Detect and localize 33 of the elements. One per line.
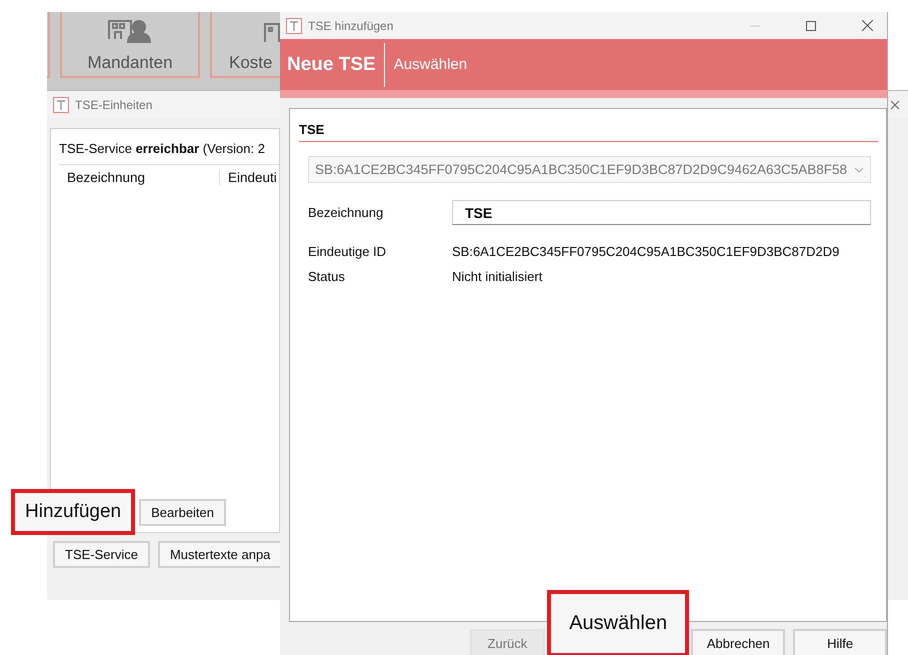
- field-label: Status: [308, 269, 346, 284]
- window-title: TSE hinzufügen: [308, 18, 394, 32]
- step-label: Auswählen: [392, 56, 468, 73]
- window-title: TSE-Einheiten: [75, 98, 152, 112]
- banner-title: Neue TSE: [280, 42, 385, 86]
- tile-label: Koste: [229, 53, 272, 73]
- button[interactable]: Bearbeiten: [139, 498, 226, 526]
- button[interactable]: TSE-Service: [53, 541, 150, 568]
- column-header[interactable]: Bezeichnung: [59, 170, 220, 184]
- section-title: TSE: [299, 122, 878, 142]
- tile-button[interactable]: Mandanten: [60, 12, 200, 78]
- field-value: SB:6A1CE2BC345FF0795C204C95A1BC350C1EF9D3BC87D2D9: [452, 244, 840, 259]
- status-text: TSE-Service erreichbar (Version: 2: [59, 141, 266, 156]
- maximize-icon: [806, 20, 816, 30]
- close-icon: [890, 100, 900, 110]
- button[interactable]: Abbrechen: [691, 629, 786, 655]
- field-label: Bezeichnung: [308, 205, 384, 220]
- chevron-down-icon: [854, 166, 864, 172]
- button[interactable]: Hilfe: [793, 629, 887, 655]
- field-label: Eindeutige ID: [308, 244, 388, 259]
- close-icon: [862, 20, 873, 31]
- tile-button[interactable]: Koste: [210, 12, 280, 78]
- field-value: Nicht initialisiert: [452, 269, 542, 284]
- input-field[interactable]: TSE: [452, 200, 871, 225]
- building-person-icon: [107, 19, 153, 43]
- app-icon: [286, 18, 302, 34]
- button[interactable]: Mustertexte anpa: [158, 541, 282, 568]
- highlighted-button[interactable]: Hinzufügen: [11, 489, 136, 535]
- highlighted-button[interactable]: Auswählen: [546, 590, 690, 655]
- tile-label: Mandanten: [87, 53, 173, 73]
- app-icon: [53, 96, 69, 112]
- column-header[interactable]: Eindeuti: [220, 170, 277, 184]
- building-icon: [264, 23, 280, 43]
